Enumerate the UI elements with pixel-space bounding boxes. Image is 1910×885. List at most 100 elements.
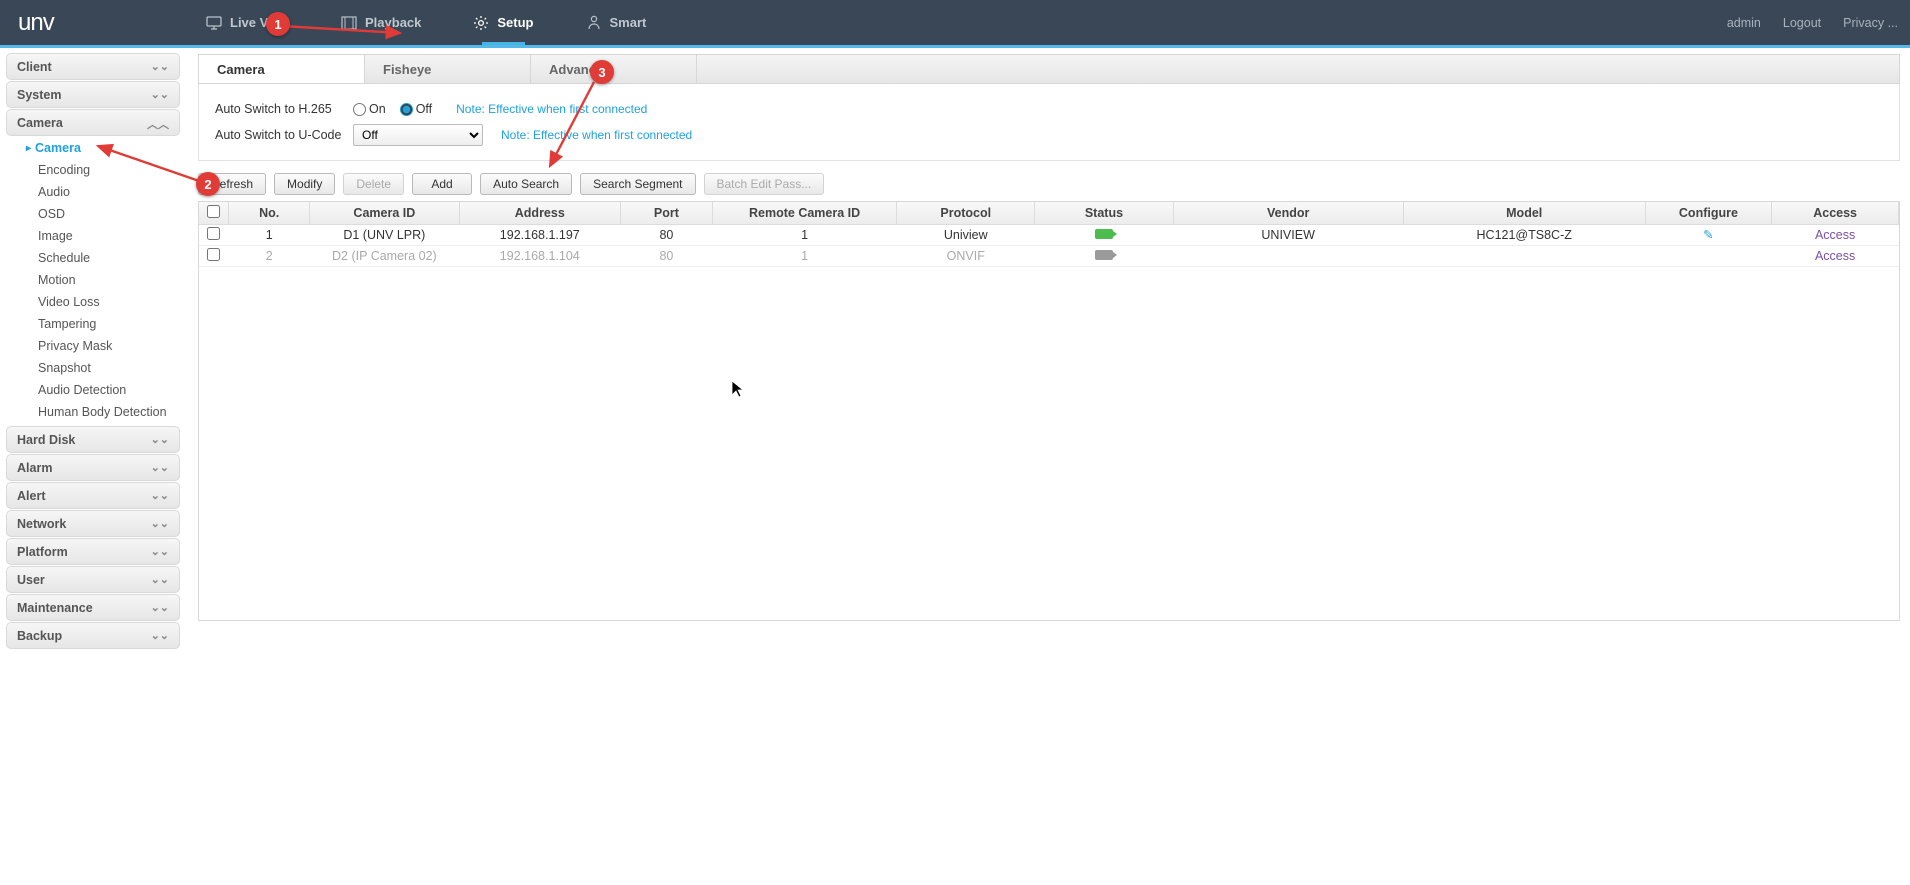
sidebar-item-tampering[interactable]: Tampering (6, 313, 180, 335)
nav-smart[interactable]: Smart (560, 0, 673, 45)
sidebar-item-human-body[interactable]: Human Body Detection (6, 401, 180, 423)
th-no: No. (229, 202, 310, 224)
sidebar-section-client[interactable]: Client⌄⌄ (6, 53, 180, 80)
cell-remote: 1 (712, 224, 896, 245)
sidebar-item-privacy-mask[interactable]: Privacy Mask (6, 335, 180, 357)
sidebar-section-alarm[interactable]: Alarm⌄⌄ (6, 454, 180, 481)
auto-search-button-label: Auto Search (493, 177, 559, 191)
sidebar-item-image[interactable]: Image (6, 225, 180, 247)
select-ucode[interactable]: Off (353, 124, 483, 146)
sidebar-section-label: Backup (17, 629, 62, 643)
sidebar-item-label: Snapshot (38, 361, 91, 375)
nav-setup[interactable]: Setup (447, 0, 559, 45)
button-row: Refresh Modify Delete Add Auto Search Se… (198, 173, 1900, 195)
content-area: Camera Fisheye Advanced Auto Switch to H… (186, 48, 1910, 885)
chevron-down-icon: ⌄⌄ (151, 461, 169, 474)
film-icon (341, 15, 357, 31)
row-auto-ucode: Auto Switch to U-Code Off Note: Effectiv… (215, 122, 1883, 148)
sidebar-item-audio[interactable]: Audio (6, 181, 180, 203)
link-admin[interactable]: admin (1727, 16, 1761, 30)
row-check[interactable] (207, 227, 220, 240)
refresh-button[interactable]: Refresh (198, 173, 266, 195)
row-auto-h265: Auto Switch to H.265 On Off Note: Effect… (215, 96, 1883, 122)
sidebar-section-platform[interactable]: Platform ⌄⌄ (6, 538, 180, 565)
radio-h265-off[interactable]: Off (400, 102, 432, 116)
person-icon (586, 15, 602, 31)
cell-status (1035, 224, 1173, 245)
sidebar-item-audio-detection[interactable]: Audio Detection (6, 379, 180, 401)
search-segment-button[interactable]: Search Segment (580, 173, 695, 195)
cell-access[interactable]: Access (1772, 245, 1899, 266)
table-row[interactable]: 2 D2 (IP Camera 02) 192.168.1.104 80 1 O… (199, 245, 1899, 266)
chevron-down-icon: ⌄⌄ (151, 545, 169, 558)
nav-playback[interactable]: Playback (315, 0, 447, 45)
check-all[interactable] (207, 205, 220, 218)
sidebar-section-label: Platform (17, 545, 68, 559)
tab-camera[interactable]: Camera (199, 55, 365, 83)
table-row[interactable]: 1 D1 (UNV LPR) 192.168.1.197 80 1 Univie… (199, 224, 1899, 245)
sidebar-section-alert[interactable]: Alert ⌄⌄ (6, 482, 180, 509)
sidebar-item-label: Tampering (38, 317, 96, 331)
cell-configure[interactable]: ✎ (1645, 224, 1772, 245)
cell-port: 80 (620, 224, 712, 245)
cell-no: 2 (229, 245, 310, 266)
cell-access[interactable]: Access (1772, 224, 1899, 245)
chevron-down-icon: ⌄⌄ (151, 517, 169, 530)
cell-address: 192.168.1.197 (459, 224, 620, 245)
th-access: Access (1772, 202, 1899, 224)
cell-address: 192.168.1.104 (459, 245, 620, 266)
link-logout[interactable]: Logout (1783, 16, 1821, 30)
row-check[interactable] (207, 248, 220, 261)
th-check[interactable] (199, 202, 229, 224)
sidebar-section-network[interactable]: Network⌄⌄ (6, 510, 180, 537)
delete-button: Delete (343, 173, 404, 195)
link-privacy[interactable]: Privacy ... (1843, 16, 1898, 30)
sidebar-item-camera[interactable]: Camera (6, 137, 180, 159)
sidebar-item-video-loss[interactable]: Video Loss (6, 291, 180, 313)
nav-live-view[interactable]: Live View (180, 0, 315, 45)
sidebar-section-system[interactable]: System⌄⌄ (6, 81, 180, 108)
sidebar-section-backup[interactable]: Backup⌄⌄ (6, 622, 180, 649)
batch-edit-button: Batch Edit Pass... (704, 173, 825, 195)
top-header: unv Live View Playback Setup Smart (0, 0, 1910, 45)
radio-h265-on[interactable]: On (353, 102, 386, 116)
th-protocol: Protocol (897, 202, 1035, 224)
options-panel: Auto Switch to H.265 On Off Note: Effect… (198, 84, 1900, 161)
main-menu: Live View Playback Setup Smart (180, 0, 672, 45)
sidebar-item-snapshot[interactable]: Snapshot (6, 357, 180, 379)
logo-text: unv (18, 9, 54, 37)
tab-camera-label: Camera (217, 62, 265, 77)
tab-fisheye-label: Fisheye (383, 62, 431, 77)
sidebar-item-label: Motion (38, 273, 76, 287)
sidebar-section-user[interactable]: User⌄⌄ (6, 566, 180, 593)
sidebar-section-label: Alert (17, 489, 45, 503)
camera-table-wrap: No. Camera ID Address Port Remote Camera… (198, 201, 1900, 621)
sidebar-item-encoding[interactable]: Encoding (6, 159, 180, 181)
sidebar-item-schedule[interactable]: Schedule (6, 247, 180, 269)
chevron-down-icon: ⌄⌄ (151, 489, 169, 502)
tab-fisheye[interactable]: Fisheye (365, 55, 531, 83)
auto-search-button[interactable]: Auto Search (480, 173, 572, 195)
add-button[interactable]: Add (412, 173, 472, 195)
sidebar-section-harddisk[interactable]: Hard Disk⌄⌄ (6, 426, 180, 453)
sidebar-item-motion[interactable]: Motion (6, 269, 180, 291)
sidebar-item-label: Human Body Detection (38, 405, 167, 419)
radio-off-label: Off (416, 102, 432, 116)
modify-button[interactable]: Modify (274, 173, 335, 195)
sidebar-section-label: Maintenance (17, 601, 93, 615)
modify-button-label: Modify (287, 177, 322, 191)
label-auto-ucode: Auto Switch to U-Code (215, 128, 345, 142)
tab-advanced[interactable]: Advanced (531, 55, 697, 83)
sidebar-section-camera-label: Camera (17, 116, 63, 130)
th-vendor: Vendor (1173, 202, 1403, 224)
sidebar-item-label: Privacy Mask (38, 339, 112, 353)
sidebar-section-camera[interactable]: Camera︿︿ (6, 109, 180, 136)
nav-setup-label: Setup (497, 15, 533, 30)
sidebar-section-maintenance[interactable]: Maintenance⌄⌄ (6, 594, 180, 621)
cell-camera-id: D2 (IP Camera 02) (310, 245, 460, 266)
nav-smart-label: Smart (610, 15, 647, 30)
sidebar-item-osd[interactable]: OSD (6, 203, 180, 225)
sidebar-item-label: Audio (38, 185, 70, 199)
th-camera-id: Camera ID (310, 202, 460, 224)
cell-camera-id: D1 (UNV LPR) (310, 224, 460, 245)
